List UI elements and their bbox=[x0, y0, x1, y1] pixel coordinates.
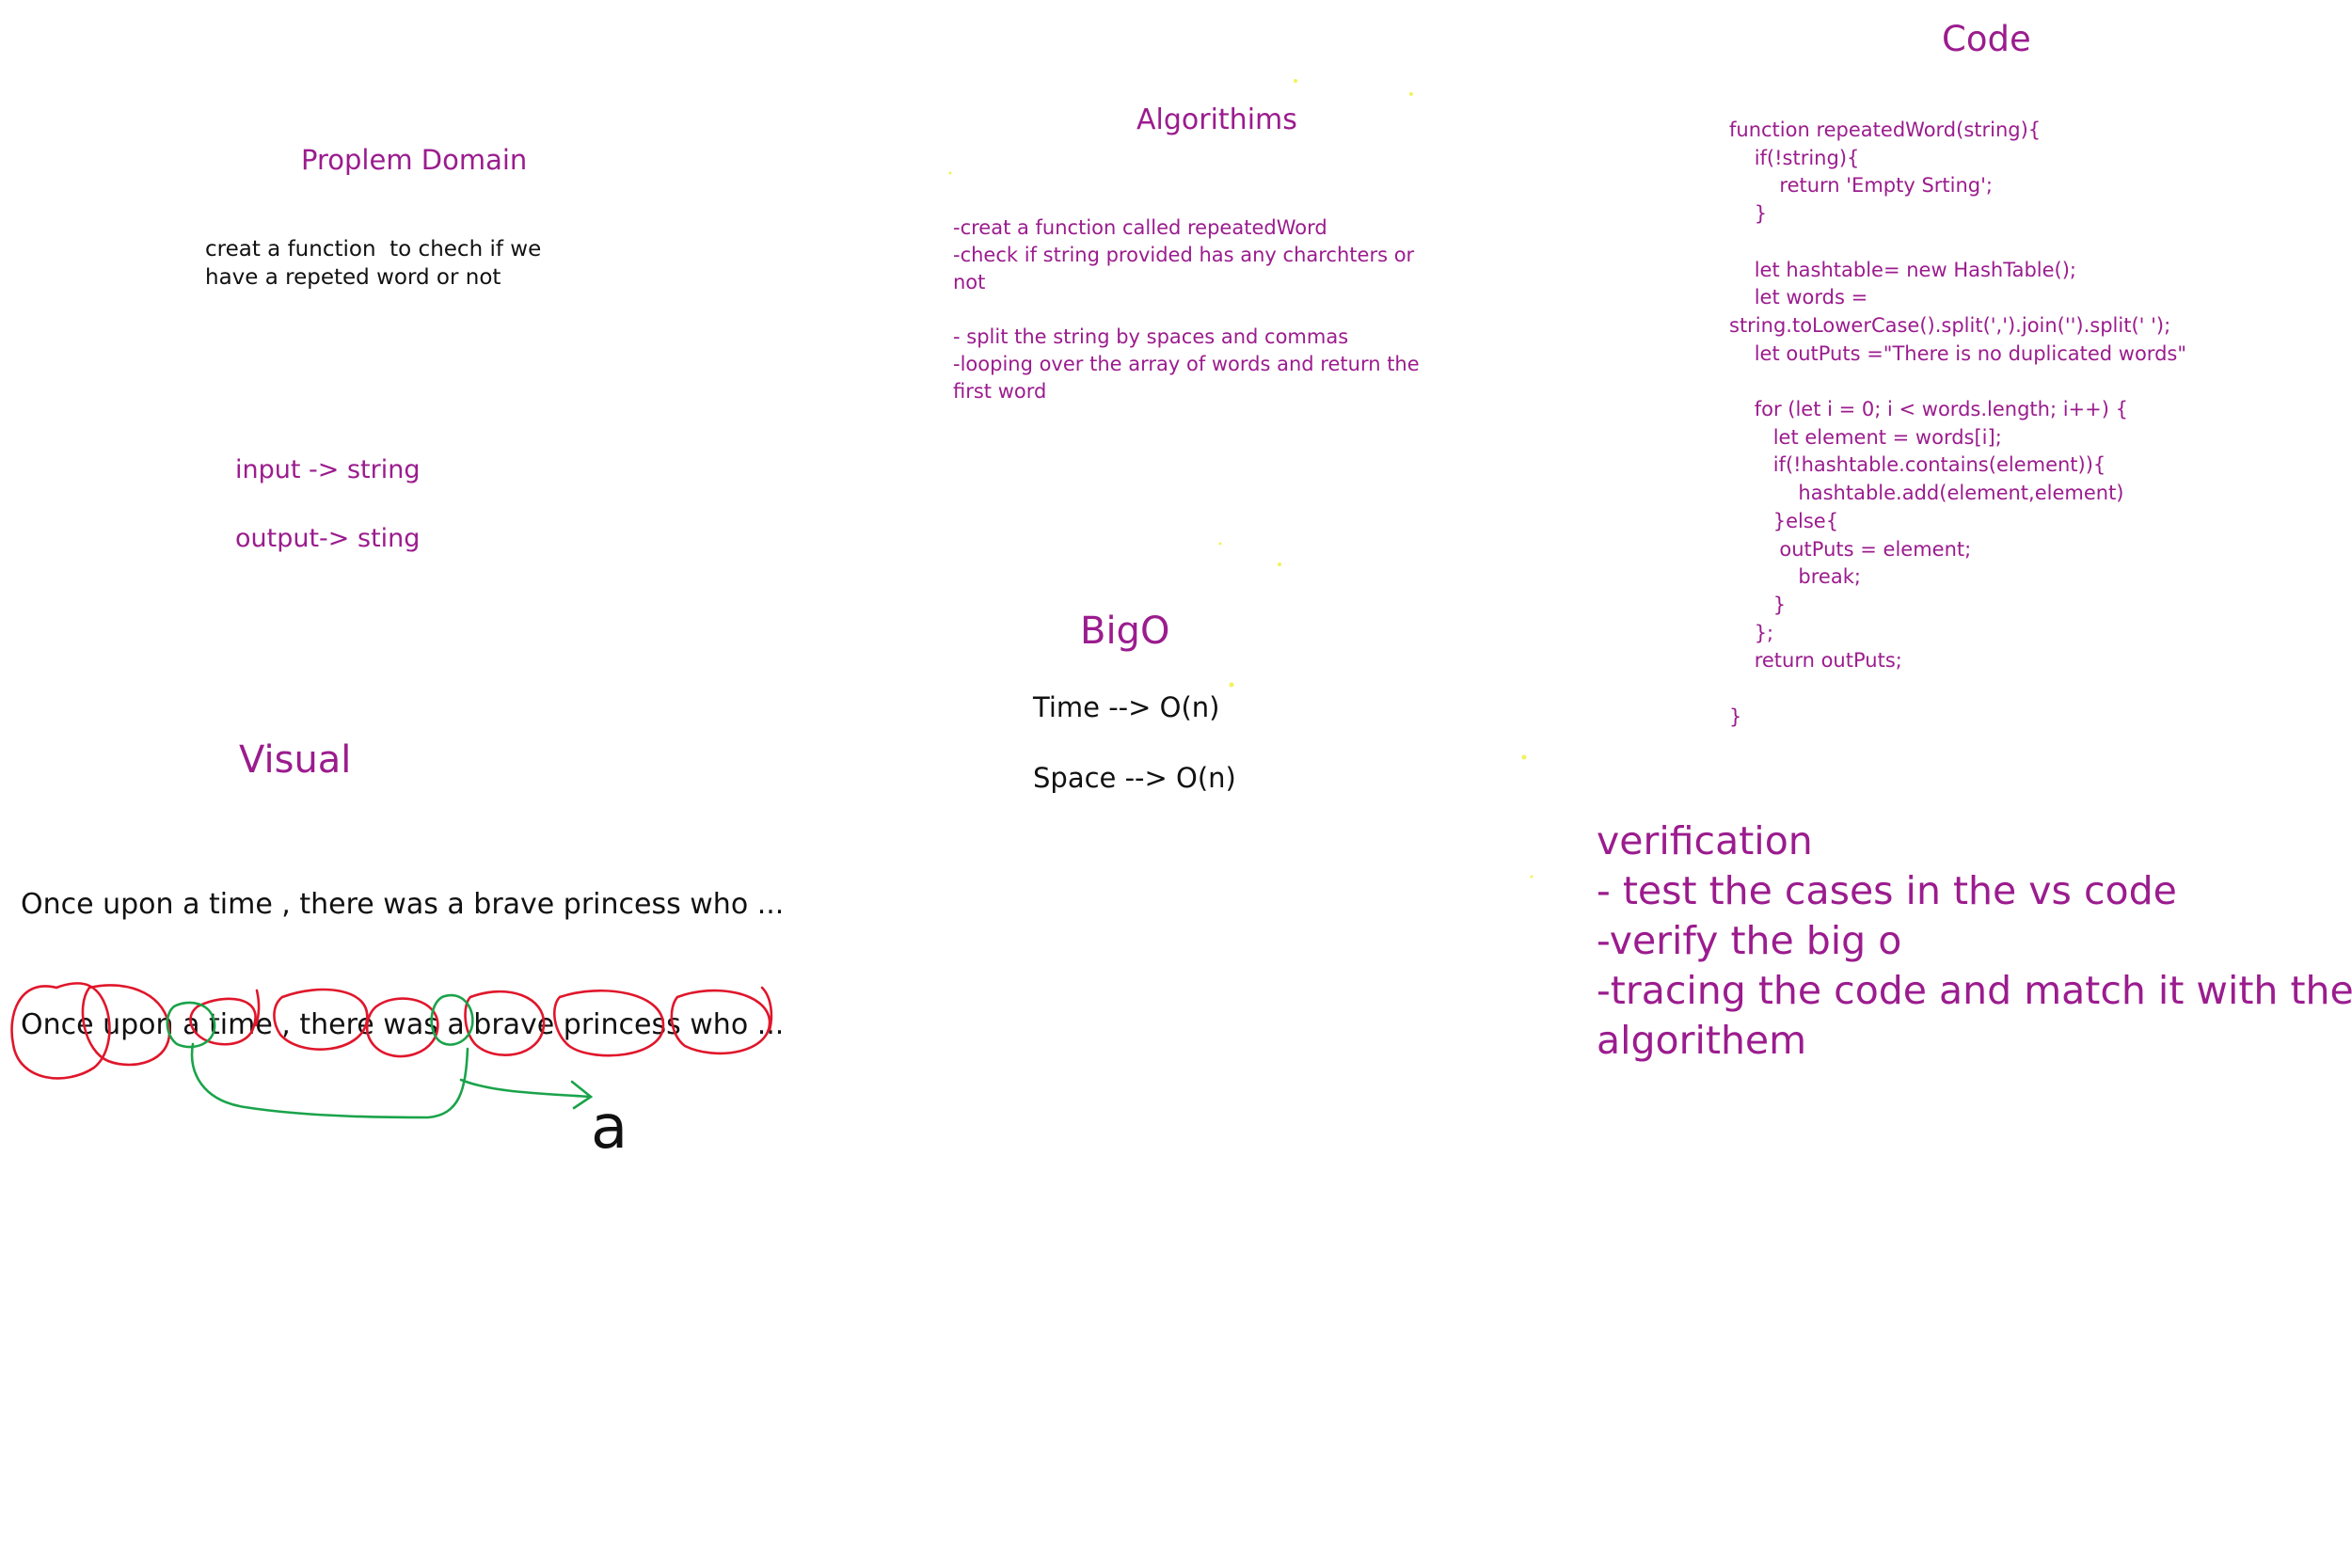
annotation-layer bbox=[10, 79, 1534, 1119]
word-circle bbox=[81, 984, 171, 1067]
word-circle bbox=[553, 989, 665, 1057]
word-circle bbox=[365, 997, 439, 1058]
ink-specks bbox=[948, 79, 1534, 879]
word-circle bbox=[254, 989, 261, 1027]
word-circle bbox=[464, 990, 546, 1056]
word-circle bbox=[10, 982, 111, 1080]
word-circle bbox=[670, 989, 771, 1055]
match-link-arrow bbox=[190, 1042, 469, 1119]
word-circle bbox=[273, 988, 369, 1051]
